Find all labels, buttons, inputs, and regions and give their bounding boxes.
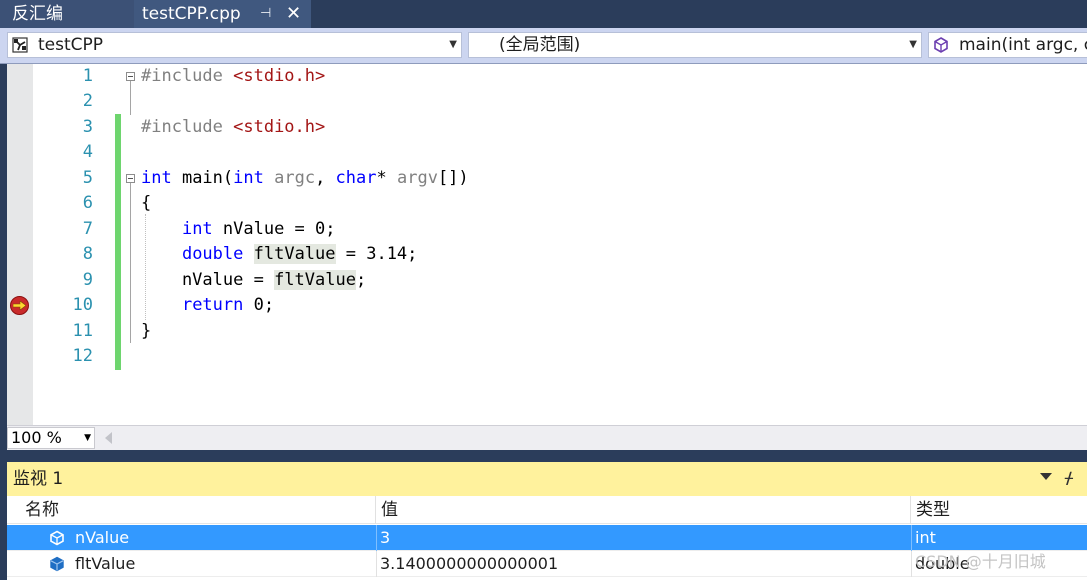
line-number: 2: [82, 91, 93, 111]
zoom-level: 100 %: [11, 428, 62, 447]
code-line-3: 3 #include <stdio.h>: [7, 115, 1087, 140]
project-icon: [12, 37, 28, 53]
column-divider: [911, 551, 912, 577]
line-number: 1: [82, 66, 93, 86]
watch-window-titlebar[interactable]: 监视 1 ᚋ: [7, 462, 1087, 496]
code-text: nValue = fltValue;: [141, 270, 367, 290]
column-divider: [376, 525, 377, 551]
code-line-1: 1 #include <stdio.h>: [7, 64, 1087, 89]
line-number: 3: [82, 117, 93, 137]
left-border: [0, 64, 7, 450]
code-text: {: [141, 193, 152, 213]
code-line-8: 8 double fltValue = 3.14;: [7, 242, 1087, 267]
code-text: }: [141, 321, 152, 341]
code-line-6: 6 {: [7, 191, 1087, 216]
line-number: 10: [72, 295, 93, 315]
code-line-5: 5 int main(int argc, char* argv[]): [7, 166, 1087, 191]
member-name: main(int argc, c: [959, 35, 1087, 55]
watch-value[interactable]: 3: [380, 525, 390, 551]
code-line-10: 10 return 0;: [7, 293, 1087, 318]
column-divider: [911, 525, 912, 551]
scroll-left-icon[interactable]: [105, 432, 112, 444]
line-number: 12: [72, 346, 93, 366]
scope-name: (全局范围): [499, 35, 581, 55]
document-tab-bar: 反汇编 testCPP.cpp ⊣ ✕: [0, 0, 1087, 28]
chevron-down-icon: ▼: [449, 39, 457, 50]
zoom-dropdown[interactable]: 100 % ▼: [7, 427, 95, 449]
close-tab-icon[interactable]: ✕: [286, 0, 301, 28]
pin-window-icon[interactable]: ᚋ: [1065, 468, 1073, 487]
line-number: 9: [82, 270, 93, 290]
window-menu-dropdown-icon[interactable]: [1040, 473, 1052, 480]
code-text: int nValue = 0;: [181, 219, 336, 239]
watch-window-title: 监视 1: [13, 469, 64, 489]
line-number: 8: [82, 244, 93, 264]
line-number: 7: [82, 219, 93, 239]
chevron-down-icon: ▼: [909, 39, 917, 50]
code-text: int main(int argc, char* argv[]): [141, 168, 469, 188]
member-dropdown[interactable]: main(int argc, c: [928, 32, 1087, 58]
tab-disassembly[interactable]: 反汇编: [0, 0, 134, 28]
tab-disassembly-label: 反汇编: [12, 4, 63, 24]
code-line-9: 9 nValue = fltValue;: [7, 268, 1087, 293]
line-number: 11: [72, 321, 93, 341]
editor-bottom-bar: 100 % ▼: [7, 425, 1087, 450]
tab-testcpp[interactable]: testCPP.cpp ⊣ ✕: [134, 0, 311, 28]
project-name: testCPP: [38, 35, 104, 55]
tab-testcpp-label: testCPP.cpp: [142, 4, 241, 24]
variable-icon: [50, 530, 64, 546]
code-text: #include <stdio.h>: [141, 66, 326, 86]
watch-value[interactable]: 3.1400000000000001: [380, 551, 558, 577]
panel-splitter[interactable]: [0, 450, 1087, 462]
code-line-11: 11 }: [7, 319, 1087, 344]
column-header-value[interactable]: 值: [376, 496, 911, 524]
code-line-4: 4: [7, 140, 1087, 165]
project-dropdown[interactable]: testCPP ▼: [7, 32, 462, 58]
variable-icon: [50, 556, 64, 572]
navigation-bar: testCPP ▼ (全局范围) ▼ main(int argc, c: [0, 28, 1087, 64]
column-header-name[interactable]: 名称: [7, 496, 376, 524]
line-number: 5: [82, 168, 93, 188]
code-line-7: 7 int nValue = 0;: [7, 217, 1087, 242]
code-text: double fltValue = 3.14;: [181, 244, 418, 264]
code-line-12: 12: [7, 344, 1087, 369]
chevron-down-icon: ▼: [84, 433, 91, 443]
code-text: #include <stdio.h>: [141, 117, 326, 137]
scope-dropdown[interactable]: (全局范围) ▼: [468, 32, 922, 58]
line-number: 4: [82, 142, 93, 162]
pin-tab-icon[interactable]: ⊣: [260, 0, 271, 28]
column-header-type[interactable]: 类型: [911, 496, 1087, 524]
watermark: CSDN @十月旧城: [915, 552, 1046, 571]
code-line-2: 2: [7, 89, 1087, 114]
watch-name: nValue: [75, 528, 130, 547]
column-divider: [376, 551, 377, 577]
method-icon: [934, 37, 948, 53]
code-editor[interactable]: 1 #include <stdio.h> 2 3 #include <stdio…: [7, 64, 1087, 425]
watch-header-row: 名称 值 类型: [7, 496, 1087, 524]
watch-name: fltValue: [75, 554, 136, 573]
line-number: 6: [82, 193, 93, 213]
code-text: return 0;: [181, 295, 275, 315]
